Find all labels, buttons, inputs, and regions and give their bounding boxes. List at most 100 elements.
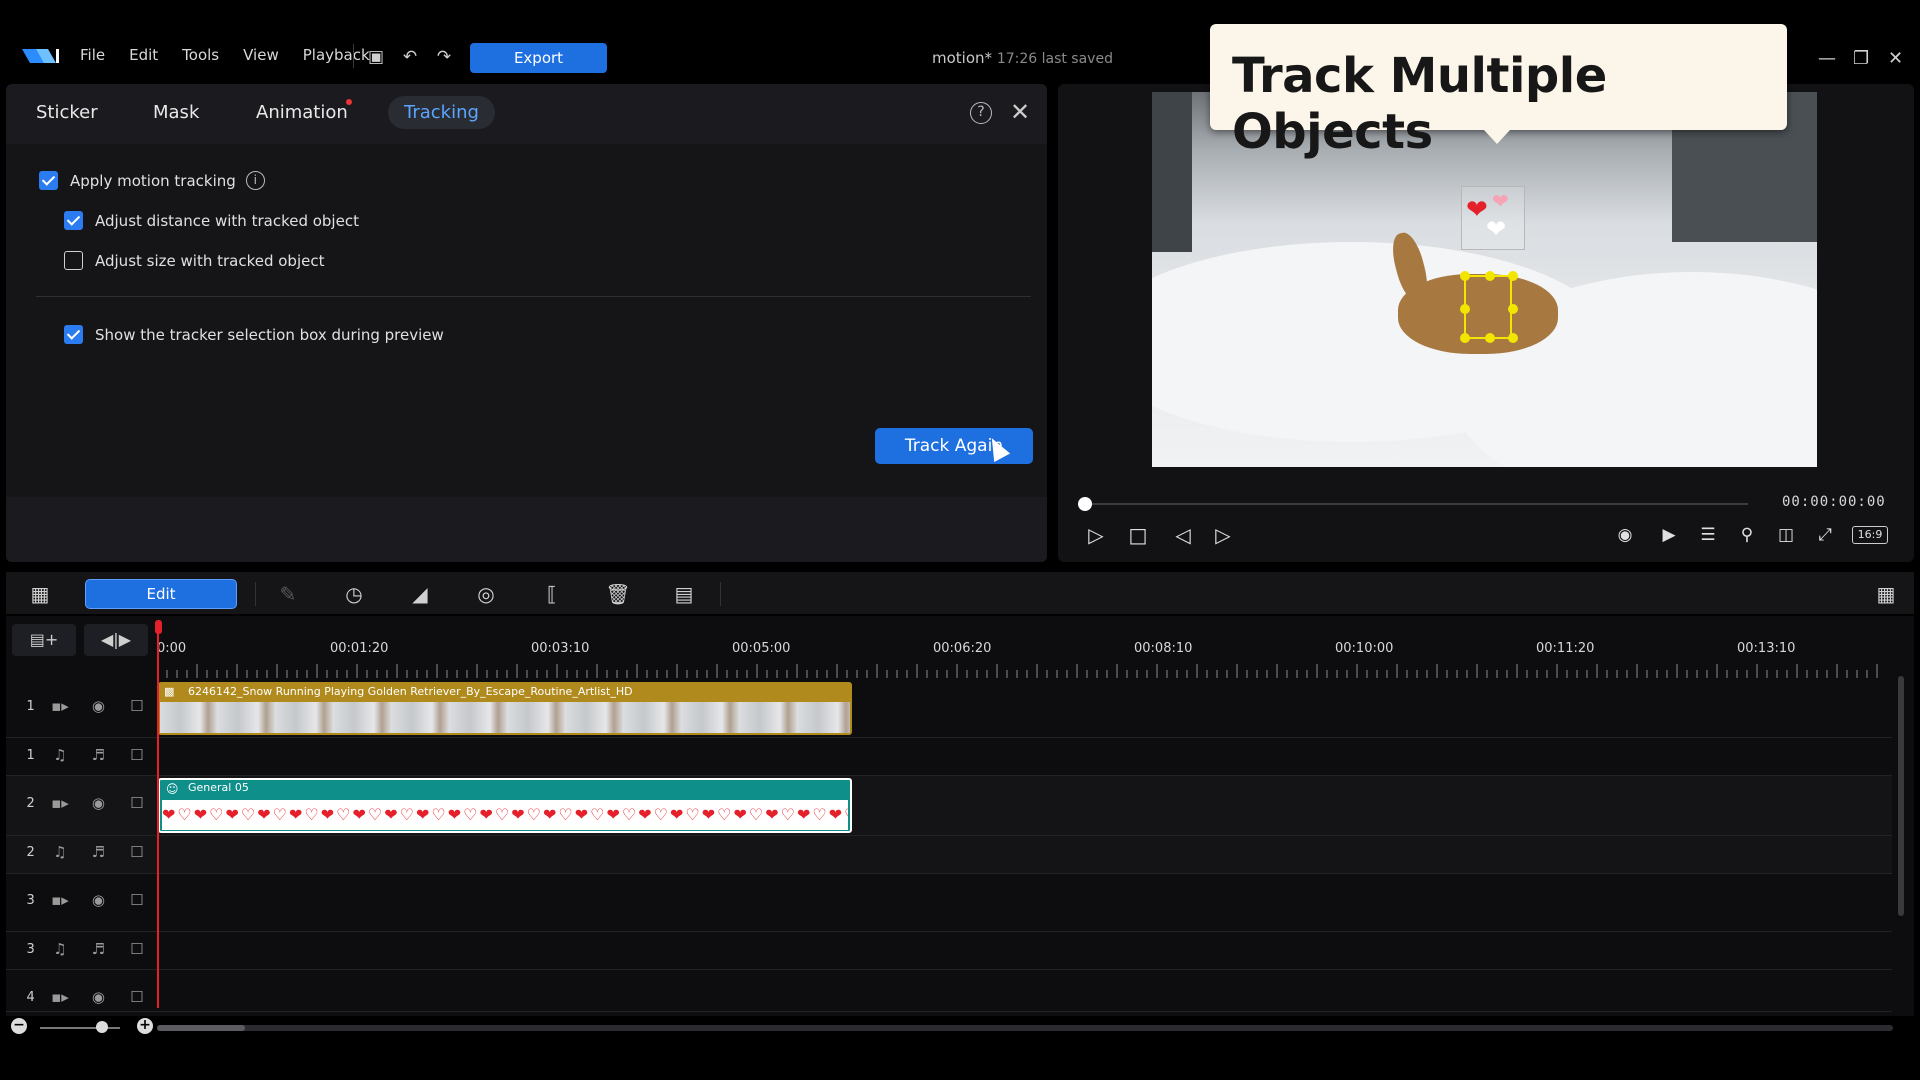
ruler-label: 00:06:20: [933, 641, 992, 656]
music-note-icon: ♫: [53, 843, 67, 861]
stop-icon[interactable]: □: [1125, 523, 1151, 547]
saved-status: 17:26 last saved: [996, 51, 1113, 67]
track-number: 2: [26, 795, 35, 811]
playback-mode-icon[interactable]: ▶: [1656, 525, 1682, 545]
lock-icon[interactable]: ☐: [118, 891, 156, 909]
minimize-icon[interactable]: —: [1818, 48, 1836, 69]
zoom-out-icon[interactable]: −: [11, 1018, 27, 1034]
layout-icon[interactable]: ◫: [1773, 525, 1799, 545]
snapshot-icon[interactable]: ◉: [1612, 525, 1638, 545]
camera-icon: ▪▸: [51, 697, 69, 715]
ruler-label: 00:01:20: [330, 641, 389, 656]
adjust-distance-checkbox[interactable]: [64, 211, 83, 230]
tracker-handle[interactable]: [1460, 271, 1470, 281]
tracker-selection-box[interactable]: [1460, 271, 1518, 343]
menu-playback[interactable]: Playback: [303, 46, 370, 64]
tracker-handle[interactable]: [1508, 271, 1518, 281]
keyframe-icon[interactable]: ⟦: [538, 582, 566, 606]
sticker-clip[interactable]: ☺ General 05 ❤♡❤♡❤♡❤♡❤♡❤♡❤♡❤♡❤♡❤♡❤♡❤♡❤♡❤…: [158, 778, 852, 833]
speaker-icon[interactable]: ♬: [79, 746, 117, 764]
lock-icon[interactable]: ☐: [118, 843, 156, 861]
video-clip-icon: ▩: [164, 685, 175, 698]
tracker-handle[interactable]: [1508, 333, 1518, 343]
speed-icon[interactable]: ◷: [340, 582, 368, 606]
play-icon[interactable]: ▷: [1083, 523, 1109, 547]
menu-tools[interactable]: Tools: [182, 46, 219, 64]
delete-icon[interactable]: 🗑: [604, 582, 632, 606]
speaker-icon[interactable]: ♬: [79, 940, 117, 958]
flip-icon[interactable]: ◢: [406, 582, 434, 606]
track-row: [6, 970, 1892, 1012]
export-button[interactable]: Export: [470, 43, 607, 73]
tab-mask[interactable]: Mask: [153, 102, 199, 123]
aspect-ratio-button[interactable]: 16:9: [1852, 526, 1888, 544]
camera-icon: ▪▸: [51, 891, 69, 909]
sticker-thumbnail-strip: ❤♡❤♡❤♡❤♡❤♡❤♡❤♡❤♡❤♡❤♡❤♡❤♡❤♡❤♡❤♡❤♡❤♡❤♡❤♡❤♡…: [162, 800, 848, 830]
lock-icon[interactable]: ☐: [118, 697, 156, 715]
fullscreen-icon[interactable]: ⤢: [1812, 525, 1838, 545]
tracker-handle[interactable]: [1485, 271, 1495, 281]
seek-bar[interactable]: [1084, 503, 1748, 505]
eye-icon[interactable]: ◉: [79, 988, 117, 1006]
adjust-size-checkbox[interactable]: [64, 251, 83, 270]
panel-divider: [36, 296, 1031, 297]
ruler-label: 0:00: [157, 641, 187, 656]
help-icon[interactable]: ?: [970, 102, 992, 124]
tracker-handle[interactable]: [1460, 304, 1470, 314]
split-icon[interactable]: ▤: [670, 582, 698, 606]
zoom-slider[interactable]: [40, 1027, 120, 1029]
eye-icon[interactable]: ◉: [79, 794, 117, 812]
menu-edit[interactable]: Edit: [129, 46, 158, 64]
add-track-button[interactable]: ▤+: [12, 624, 76, 656]
fit-timeline-button[interactable]: ◀|▶: [84, 624, 148, 656]
music-note-icon: ♫: [53, 746, 67, 764]
sticker-object[interactable]: ❤ ❤ ❤: [1461, 186, 1525, 250]
eye-icon[interactable]: ◉: [79, 697, 117, 715]
save-icon[interactable]: ▣: [365, 46, 387, 68]
seek-handle[interactable]: [1078, 497, 1092, 511]
apply-motion-tracking-checkbox[interactable]: [39, 171, 58, 190]
info-icon[interactable]: i: [245, 171, 265, 190]
tracker-handle[interactable]: [1460, 333, 1470, 343]
video-clip[interactable]: ▩ 6246142_Snow Running Playing Golden Re…: [158, 682, 852, 735]
show-tracker-box-checkbox[interactable]: [64, 325, 83, 344]
previous-frame-icon[interactable]: ◁: [1170, 523, 1196, 547]
timeline-ruler[interactable]: [157, 660, 1889, 678]
menu-view[interactable]: View: [243, 46, 279, 64]
playhead[interactable]: [157, 624, 159, 1008]
lock-icon[interactable]: ☐: [118, 794, 156, 812]
timeline-mode-icon[interactable]: ▦: [26, 582, 54, 606]
horizontal-scrollbar[interactable]: [157, 1025, 1893, 1031]
track-header-video-4: 4 ▪▸ ◉ ☐: [6, 988, 156, 1006]
window-close-icon[interactable]: ✕: [1888, 48, 1903, 69]
tab-sticker[interactable]: Sticker: [36, 102, 98, 123]
settings-icon[interactable]: ▦: [1872, 582, 1900, 606]
edit-button[interactable]: Edit: [85, 579, 237, 609]
menu-file[interactable]: File: [80, 46, 105, 64]
playhead-handle[interactable]: [155, 620, 162, 634]
zoom-in-icon[interactable]: +: [137, 1018, 153, 1034]
restore-icon[interactable]: ❐: [1853, 48, 1869, 69]
lock-icon[interactable]: ☐: [118, 940, 156, 958]
callout-tail: [1484, 130, 1510, 144]
horizontal-scrollbar-thumb[interactable]: [157, 1025, 245, 1031]
zoom-preview-icon[interactable]: ⚲: [1734, 525, 1760, 545]
target-tracking-icon[interactable]: ◎: [472, 582, 500, 606]
redo-icon[interactable]: ↷: [433, 46, 455, 68]
speaker-icon[interactable]: ♬: [79, 843, 117, 861]
tracker-handle[interactable]: [1485, 333, 1495, 343]
undo-icon[interactable]: ↶: [399, 46, 421, 68]
tab-animation[interactable]: Animation: [256, 102, 348, 123]
track-again-button[interactable]: Track Again: [875, 428, 1033, 464]
next-frame-icon[interactable]: ▷: [1210, 523, 1236, 547]
zoom-slider-handle[interactable]: [96, 1021, 108, 1033]
eye-icon[interactable]: ◉: [79, 891, 117, 909]
tracker-handle[interactable]: [1508, 304, 1518, 314]
lock-icon[interactable]: ☐: [118, 746, 156, 764]
lock-icon[interactable]: ☐: [118, 988, 156, 1006]
close-icon[interactable]: ✕: [1010, 98, 1030, 126]
tab-tracking[interactable]: Tracking: [388, 96, 495, 129]
track-header-video-3: 3 ▪▸ ◉ ☐: [6, 891, 156, 909]
subtitle-icon[interactable]: ☰: [1695, 525, 1721, 545]
vertical-scrollbar[interactable]: [1898, 676, 1904, 916]
